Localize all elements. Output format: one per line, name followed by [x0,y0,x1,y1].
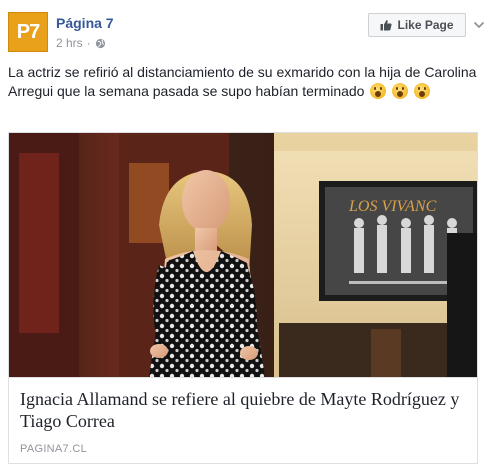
wow-emoji-icon [392,83,409,99]
link-preview-card[interactable]: LOS VIVANC Ignacia Allamand se refiere a… [8,132,478,464]
like-page-label: Like Page [397,18,454,32]
article-photo: LOS VIVANC [9,133,477,377]
chevron-down-icon[interactable] [473,20,485,30]
post-message: La actriz se refirió al distanciamiento … [8,63,483,101]
post-timestamp[interactable]: 2 hrs [56,36,83,50]
wow-emoji-icon [370,83,387,99]
avatar-logo-text: P7 [16,20,40,43]
page-avatar[interactable]: P7 [8,12,48,52]
link-preview-domain: PAGINA7.CL [20,443,87,455]
like-page-button[interactable]: Like Page [368,13,466,37]
link-preview-image[interactable]: LOS VIVANC [9,133,477,377]
page-name-link[interactable]: Página 7 [56,15,114,31]
globe-icon[interactable] [95,38,106,49]
post-header: P7 Página 7 2 hrs · Like Page [8,10,485,56]
thumbs-up-icon [380,20,393,31]
post-meta: 2 hrs · [56,36,106,50]
link-preview-body[interactable]: Ignacia Allamand se refiere al quiebre d… [9,377,477,463]
meta-separator: · [86,36,91,50]
wow-emoji-icon [414,83,431,99]
facebook-post: P7 Página 7 2 hrs · Like Page La actriz … [0,0,491,469]
link-preview-title[interactable]: Ignacia Allamand se refiere al quiebre d… [20,388,460,432]
poster-title: LOS VIVANC [348,198,437,215]
